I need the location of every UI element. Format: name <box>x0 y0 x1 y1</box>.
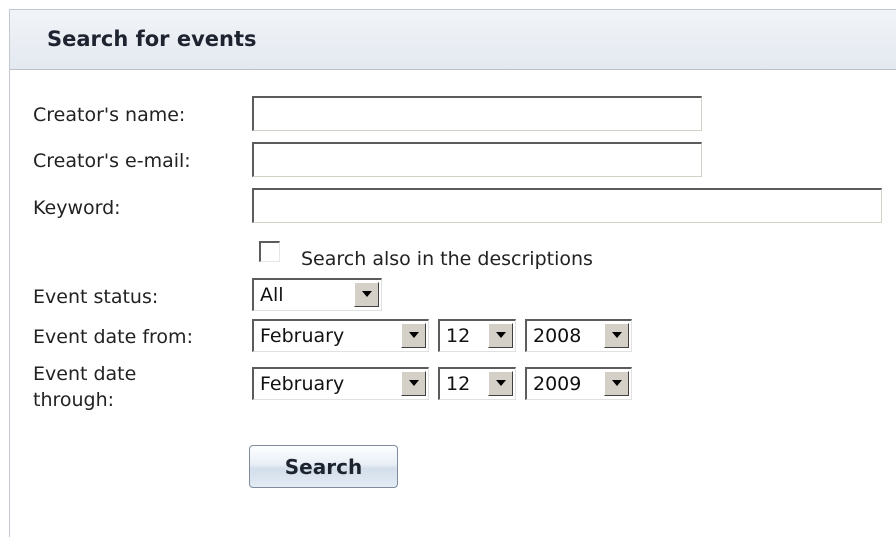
search-descriptions-label: Search also in the descriptions <box>301 248 593 270</box>
chevron-down-icon[interactable] <box>488 323 513 348</box>
event-status-value: All <box>260 284 284 306</box>
date-through-year-select[interactable]: 2009 <box>525 367 632 400</box>
chevron-down-icon[interactable] <box>604 323 629 348</box>
event-status-select[interactable]: All <box>252 278 382 311</box>
creator-email-label: Creator's e-mail: <box>33 150 191 172</box>
date-through-label-line1: Event date <box>33 363 137 385</box>
chevron-down-icon[interactable] <box>401 371 426 396</box>
chevron-down-icon[interactable] <box>401 323 426 348</box>
chevron-down-icon[interactable] <box>354 282 379 307</box>
date-from-month-value: February <box>260 325 345 347</box>
event-status-label: Event status: <box>33 286 159 308</box>
date-from-label: Event date from: <box>33 326 193 348</box>
date-through-year-value: 2009 <box>533 373 582 395</box>
creator-email-input[interactable] <box>252 142 702 177</box>
panel-header: Search for events <box>10 10 896 70</box>
keyword-input[interactable] <box>252 188 882 223</box>
date-from-day-value: 12 <box>446 325 471 347</box>
creator-name-label: Creator's name: <box>33 104 186 126</box>
search-events-panel: Search for events <box>9 9 896 537</box>
date-through-label-line2: through: <box>33 389 115 411</box>
date-from-year-value: 2008 <box>533 325 582 347</box>
date-through-day-select[interactable]: 12 <box>438 367 516 400</box>
date-from-month-select[interactable]: February <box>252 319 429 352</box>
date-through-day-value: 12 <box>446 373 471 395</box>
date-through-month-select[interactable]: February <box>252 367 429 400</box>
date-from-day-select[interactable]: 12 <box>438 319 516 352</box>
keyword-label: Keyword: <box>33 197 121 219</box>
search-descriptions-checkbox[interactable] <box>259 241 280 262</box>
panel-title: Search for events <box>47 27 257 51</box>
creator-name-input[interactable] <box>252 96 702 131</box>
date-from-year-select[interactable]: 2008 <box>525 319 632 352</box>
search-button[interactable]: Search <box>249 445 398 488</box>
date-through-month-value: February <box>260 373 345 395</box>
chevron-down-icon[interactable] <box>604 371 629 396</box>
chevron-down-icon[interactable] <box>488 371 513 396</box>
